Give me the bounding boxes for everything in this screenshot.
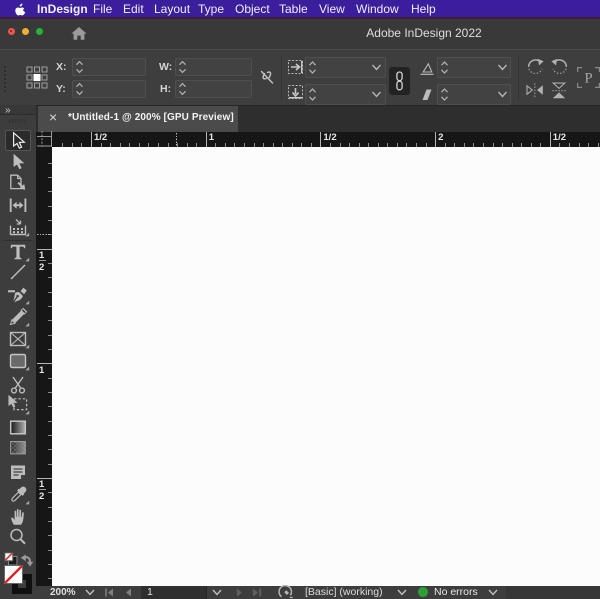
svg-text:P: P (584, 71, 592, 87)
